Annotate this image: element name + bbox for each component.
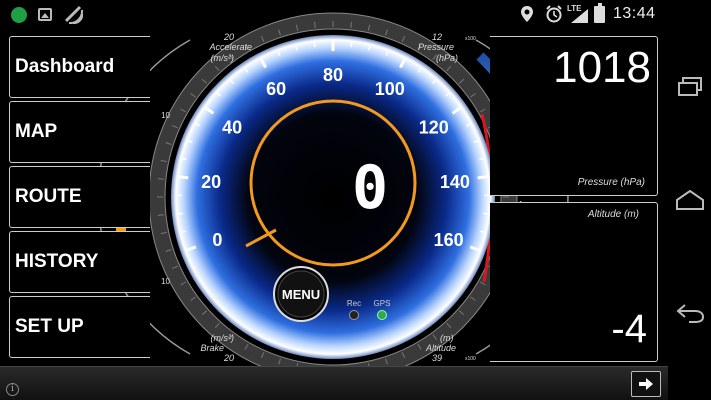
speed-label-100: 100 [375, 79, 405, 99]
bezel-tick [350, 21, 352, 28]
menu-item-history[interactable]: HISTORY [9, 231, 150, 293]
bezel-tick [157, 178, 164, 180]
speed-minor-tick [177, 212, 183, 215]
menu-button-label[interactable]: MENU [282, 287, 320, 302]
home-button[interactable] [668, 180, 711, 220]
bezel-tick [314, 21, 316, 28]
brake-bottom-value: 20 [223, 353, 234, 363]
arrow-right-icon [639, 378, 653, 390]
recent-apps-icon [677, 77, 702, 96]
gps-indicator [377, 310, 387, 320]
accel-unit-bottom: (m/s²) [211, 333, 235, 343]
x100-top: x100 [465, 36, 476, 42]
back-icon [675, 304, 704, 323]
speed-major-tick [178, 175, 189, 180]
speed-label-20: 20 [201, 172, 221, 192]
speed-label-40: 40 [222, 118, 242, 138]
rec-label: Rec [347, 299, 361, 308]
altitude-bottom-value: 39 [432, 353, 442, 363]
brake-label: Brake [200, 343, 224, 353]
speed-label-140: 140 [440, 172, 470, 192]
x100-bottom: x100 [465, 356, 476, 362]
accel-tick-10-bottom: 10 [161, 277, 170, 286]
speed-major-tick [477, 175, 488, 180]
bezel-tick [157, 214, 164, 216]
altitude-panel: Altitude (m) -4 [490, 202, 658, 362]
speed-label-0: 0 [212, 230, 222, 250]
rec-indicator [349, 310, 359, 320]
pressure-value: 1018 [553, 43, 651, 92]
accel-top-value: 20 [223, 32, 234, 42]
home-icon [675, 189, 704, 210]
app-screen: LTE 13:44 0 20 40 60 80 100 120 140 160 … [0, 0, 711, 400]
speed-minor-tick [483, 212, 489, 215]
menu-item-map[interactable]: MAP [9, 101, 150, 163]
menu-item-setup[interactable]: SET UP [9, 296, 150, 358]
pressure-panel: 1018 Pressure (hPa) [490, 36, 658, 196]
accel-tick-10-top: 10 [161, 111, 170, 120]
speed-label-120: 120 [419, 118, 449, 138]
speed-minor-tick [350, 42, 353, 48]
menu-item-dashboard[interactable]: Dashboard [9, 36, 150, 98]
altitude-bottom-label: Altitude [425, 343, 456, 353]
altitude-unit: (m) [440, 333, 454, 343]
info-icon[interactable]: i [6, 383, 19, 396]
speed-label-160: 160 [434, 230, 464, 250]
altitude-panel-label: Altitude (m) [587, 209, 639, 220]
speed-label-60: 60 [266, 79, 286, 99]
pressure-unit: (hPa) [436, 53, 458, 63]
system-nav-bar [668, 0, 711, 400]
menu-button[interactable]: MENU [273, 266, 329, 322]
altitude-value: -4 [611, 307, 647, 351]
next-button[interactable] [631, 371, 661, 397]
pressure-top-value: 12 [432, 32, 442, 42]
speed-label-80: 80 [323, 65, 343, 85]
bottom-bar: i [0, 366, 668, 400]
pressure-panel-label: Pressure (hPa) [577, 177, 645, 188]
speed-minor-tick [313, 42, 316, 48]
menu-item-route[interactable]: ROUTE [9, 166, 150, 228]
accel-unit-top: (m/s²) [211, 53, 235, 63]
speed-value: 0 [352, 153, 388, 223]
gps-label: GPS [374, 299, 391, 308]
accelerate-label: Accelerate [208, 42, 252, 52]
pressure-label: Pressure [418, 42, 454, 52]
back-button[interactable] [668, 292, 711, 332]
recent-apps-button[interactable] [668, 67, 711, 107]
